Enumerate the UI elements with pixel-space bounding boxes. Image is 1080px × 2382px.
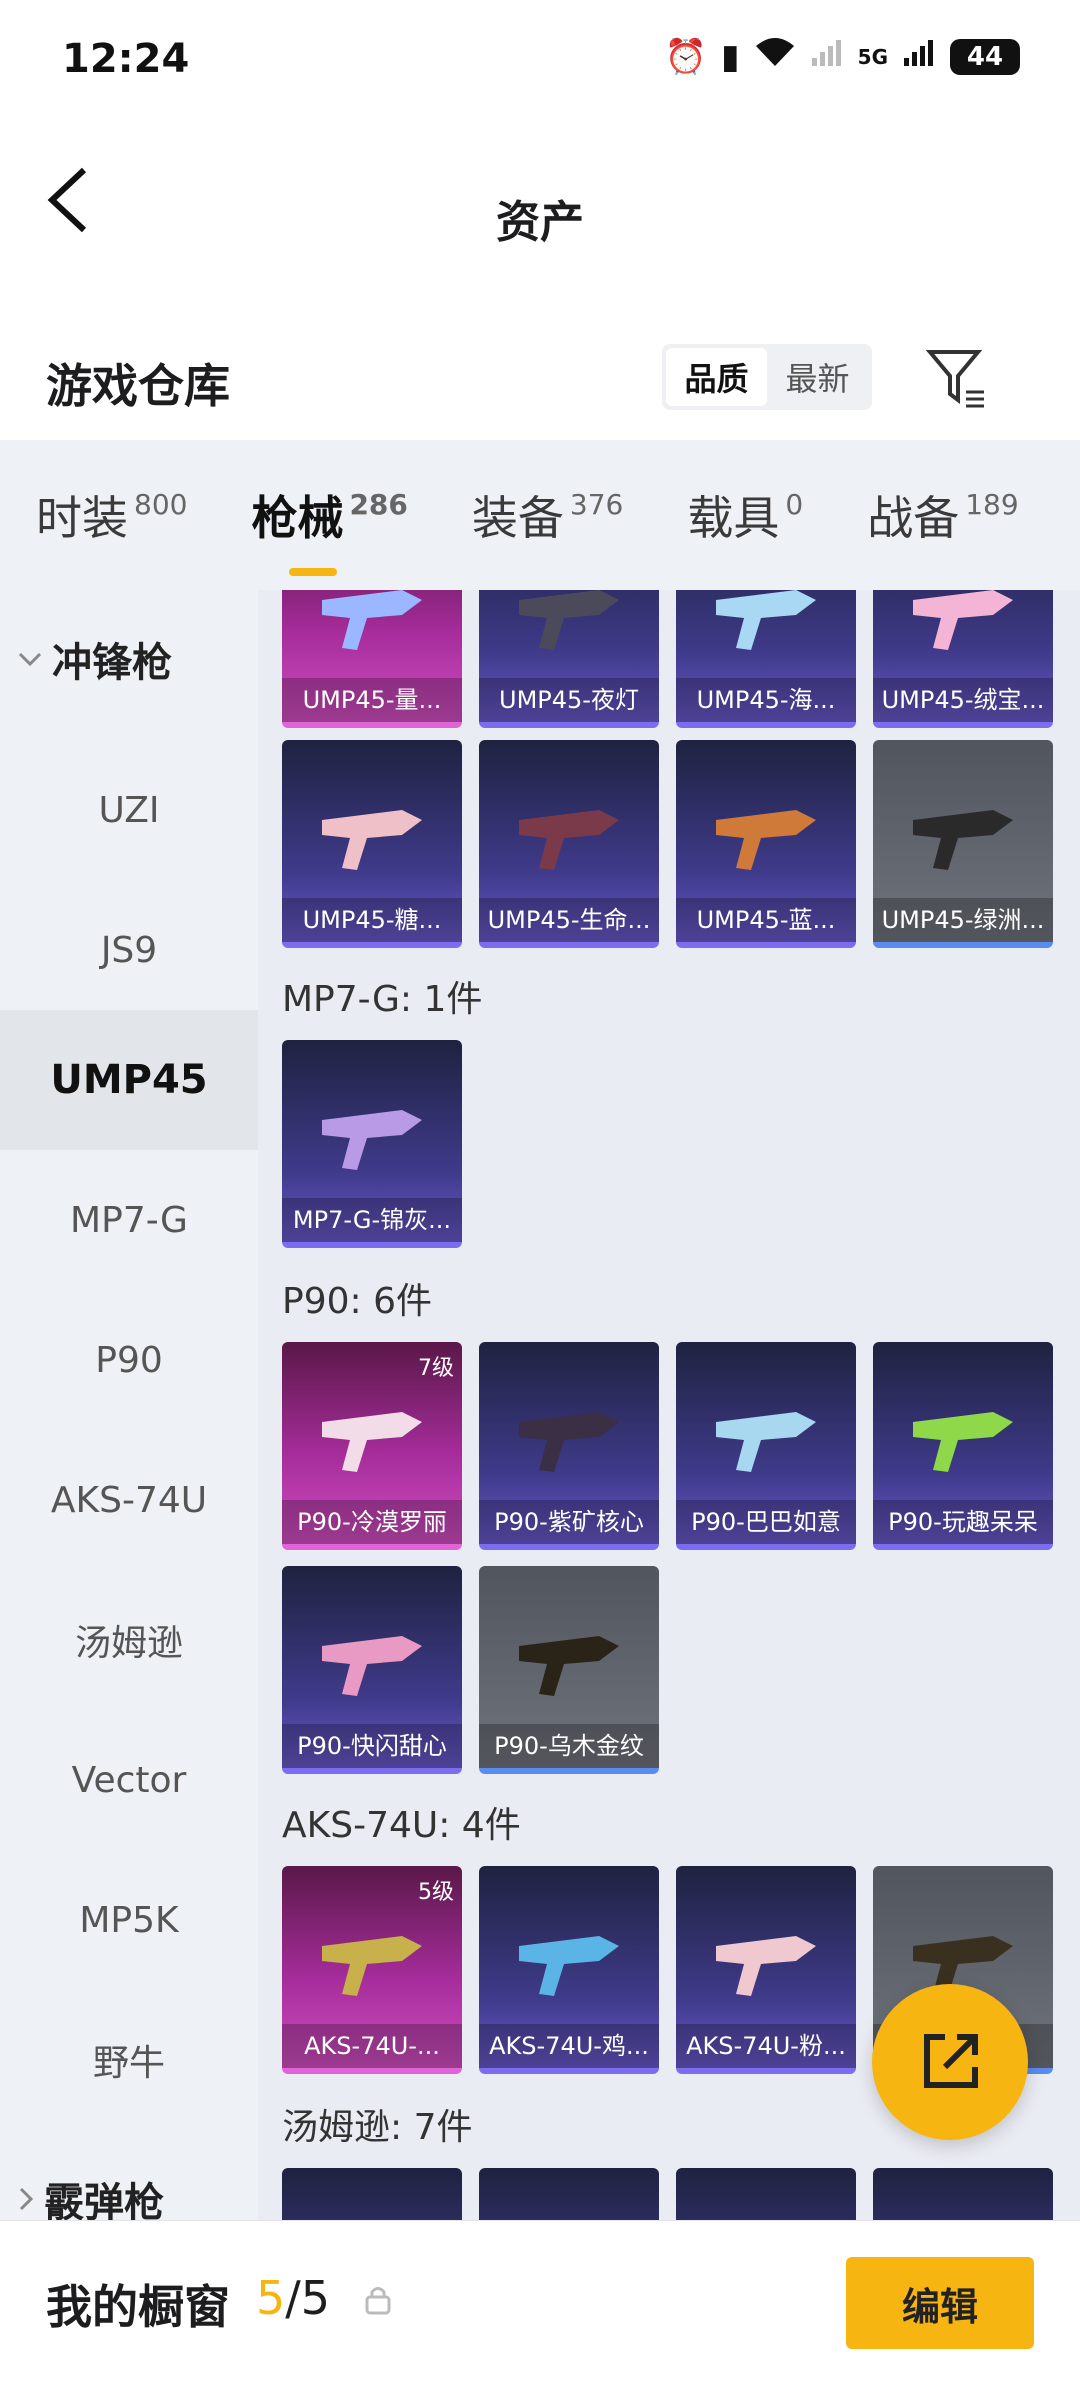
sort-quality-button[interactable]: 品质	[666, 348, 767, 406]
sidebar-item-ump45[interactable]: UMP45	[0, 1010, 258, 1150]
tab-underline	[289, 568, 338, 576]
lock-icon	[365, 2287, 391, 2315]
network-type: 5G	[857, 44, 888, 69]
bottom-bar: 我的橱窗 5/5 编辑	[0, 2220, 1080, 2382]
tab-vehicles[interactable]: 载具 0	[651, 482, 831, 548]
gun-icon	[519, 590, 619, 650]
chevron-right-icon	[19, 2187, 34, 2211]
weapon-card[interactable]: 7级 P90-冷漠罗丽	[282, 1342, 462, 1550]
sidebar-item-aks74u[interactable]: AKS-74U	[0, 1430, 258, 1570]
external-link-icon	[924, 2034, 978, 2088]
gun-icon	[716, 810, 816, 870]
sidebar-item-uzi[interactable]: UZI	[0, 740, 258, 880]
section-title-mp7g: MP7-G: 1件	[282, 979, 483, 1020]
sidebar-category-shotgun[interactable]: 霰弹枪	[18, 2170, 164, 2220]
page-title: 资产	[496, 197, 584, 248]
weapon-card[interactable]: P90-玩趣呆呆	[873, 1342, 1053, 1550]
gun-icon	[322, 810, 422, 870]
warehouse-title: 游戏仓库	[46, 359, 230, 413]
tab-equipment[interactable]: 装备 376	[436, 482, 651, 548]
chevron-down-icon	[18, 652, 42, 667]
weapon-card[interactable]: UMP45-夜灯	[479, 590, 659, 728]
gun-icon	[913, 1412, 1013, 1472]
sort-newest-button[interactable]: 最新	[767, 348, 868, 406]
edit-button[interactable]: 编辑	[846, 2257, 1034, 2349]
tab-fashion[interactable]: 时装 800	[0, 482, 215, 548]
vibrate-icon: ▮	[720, 36, 740, 77]
section-title-thompson: 汤姆逊: 7件	[282, 2107, 473, 2148]
weapon-card[interactable]: P90-巴巴如意	[676, 1342, 856, 1550]
filter-icon[interactable]	[924, 344, 990, 410]
sidebar-item-vector[interactable]: Vector	[0, 1710, 258, 1850]
sidebar-category-smg[interactable]: 冲锋枪	[18, 630, 172, 688]
weapon-card[interactable]: AKS-74U-鸡...	[479, 1866, 659, 2074]
share-fab-button[interactable]	[872, 1984, 1028, 2140]
status-icons: ⏰ ▮ 5G 44	[665, 36, 1020, 77]
weapon-card[interactable]	[282, 2168, 462, 2220]
signal-icon-2	[902, 37, 936, 77]
gun-icon	[519, 1412, 619, 1472]
alarm-icon: ⏰	[664, 36, 707, 77]
gun-icon	[913, 810, 1013, 870]
weapon-card[interactable]: P90-快闪甜心	[282, 1566, 462, 1774]
showcase-label: 我的橱窗	[46, 2280, 230, 2334]
tab-weapons[interactable]: 枪械 286	[215, 482, 435, 576]
weapon-card[interactable]: P90-乌木金纹	[479, 1566, 659, 1774]
gun-icon	[322, 1110, 422, 1170]
weapon-card[interactable]: MP7-G-锦灰...	[282, 1040, 462, 1248]
sidebar-item-js9[interactable]: JS9	[0, 880, 258, 1020]
weapon-card[interactable]	[479, 2168, 659, 2220]
category-tabs: 时装 800 枪械 286 装备 376 载具 0 战备 189	[0, 440, 1080, 590]
gun-icon	[519, 1936, 619, 1996]
gun-icon	[322, 1936, 422, 1996]
status-bar: 12:24 ⏰ ▮ 5G 44	[0, 0, 1080, 120]
battery-icon: 44	[950, 38, 1020, 75]
wifi-icon	[754, 36, 796, 77]
section-title-p90: P90: 6件	[282, 1281, 432, 1322]
top-bar: 资产	[0, 120, 1080, 320]
level-badge: 5级	[418, 1880, 454, 1905]
weapon-card[interactable]: P90-紫矿核心	[479, 1342, 659, 1550]
weapon-card[interactable]: UMP45-绒宝...	[873, 590, 1053, 728]
weapon-card[interactable]: UMP45-生命...	[479, 740, 659, 948]
showcase-count: 5/5	[256, 2271, 331, 2325]
signal-icon	[810, 37, 844, 77]
gun-icon	[716, 1412, 816, 1472]
gun-icon	[322, 590, 422, 650]
section-title-aks74u: AKS-74U: 4件	[282, 1805, 521, 1846]
gun-icon	[322, 1412, 422, 1472]
weapon-grid: UMP45-量... UMP45-夜灯 UMP45-海... UMP45-绒宝.…	[258, 590, 1080, 2220]
sidebar-item-mp7g[interactable]: MP7-G	[0, 1150, 258, 1290]
sidebar-item-bison[interactable]: 野牛	[0, 1990, 258, 2130]
weapon-card[interactable]: UMP45-海...	[676, 590, 856, 728]
sidebar-item-p90[interactable]: P90	[0, 1290, 258, 1430]
weapon-card[interactable]: AKS-74U-粉...	[676, 1866, 856, 2074]
gun-icon	[519, 810, 619, 870]
weapon-card[interactable]: UMP45-绿洲...	[873, 740, 1053, 948]
status-time: 12:24	[62, 36, 190, 82]
level-badge: 7级	[418, 1356, 454, 1381]
weapon-card[interactable]: 5级 AKS-74U-...	[282, 1866, 462, 2074]
gun-icon	[716, 590, 816, 650]
weapon-card[interactable]	[873, 2168, 1053, 2220]
sidebar-item-thompson[interactable]: 汤姆逊	[0, 1570, 258, 1710]
weapon-sidebar: 冲锋枪 UZI JS9 UMP45 MP7-G P90 AKS-74U 汤姆逊 …	[0, 590, 258, 2220]
weapon-card[interactable]: UMP45-蓝...	[676, 740, 856, 948]
weapon-card[interactable]: UMP45-量...	[282, 590, 462, 728]
weapon-card[interactable]: UMP45-糖...	[282, 740, 462, 948]
gun-icon	[913, 590, 1013, 650]
warehouse-bar: 游戏仓库 品质 最新	[0, 320, 1080, 440]
gun-icon	[322, 1636, 422, 1696]
gun-icon	[716, 1936, 816, 1996]
tab-supplies[interactable]: 战备 189	[831, 482, 1046, 548]
sort-toggle: 品质 最新	[662, 344, 872, 410]
gun-icon	[519, 1636, 619, 1696]
sidebar-item-mp5k[interactable]: MP5K	[0, 1850, 258, 1990]
weapon-card[interactable]	[676, 2168, 856, 2220]
